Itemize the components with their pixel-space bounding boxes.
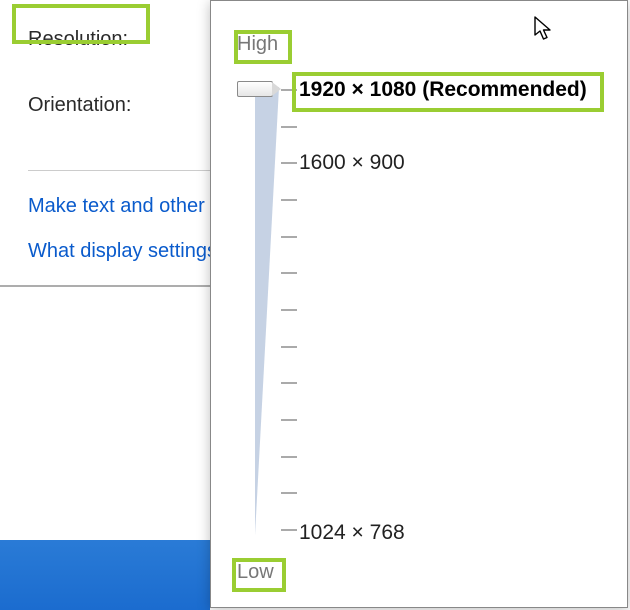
slider-tick	[281, 309, 297, 311]
scale-high-label: High	[237, 33, 278, 56]
resolution-option[interactable]: 1920 × 1080 (Recommended)	[299, 78, 587, 102]
slider-tick	[281, 89, 297, 91]
slider-tick	[281, 199, 297, 201]
slider-tick	[281, 126, 297, 128]
slider-tick	[281, 382, 297, 384]
slider-tick	[281, 346, 297, 348]
slider-track	[255, 87, 279, 535]
scale-low-label: Low	[237, 561, 274, 584]
orientation-label: Orientation:	[28, 94, 131, 117]
resolution-option[interactable]: 1600 × 900	[299, 151, 405, 175]
resolution-option[interactable]: 1024 × 768	[299, 521, 405, 545]
resolution-label: Resolution:	[28, 28, 128, 51]
slider-tick	[281, 236, 297, 238]
resolution-dropdown-popup: High Low 1920 × 1080 (Recommended) 1600 ×…	[210, 0, 628, 608]
slider-tick	[281, 419, 297, 421]
slider-thumb[interactable]	[237, 81, 273, 97]
slider-tick	[281, 529, 297, 531]
resolution-slider[interactable]	[251, 77, 291, 539]
slider-tick	[281, 272, 297, 274]
slider-tick	[281, 492, 297, 494]
slider-tick	[281, 456, 297, 458]
blue-footer-strip	[0, 540, 210, 610]
section-separator	[0, 285, 210, 287]
slider-tick	[281, 162, 297, 164]
